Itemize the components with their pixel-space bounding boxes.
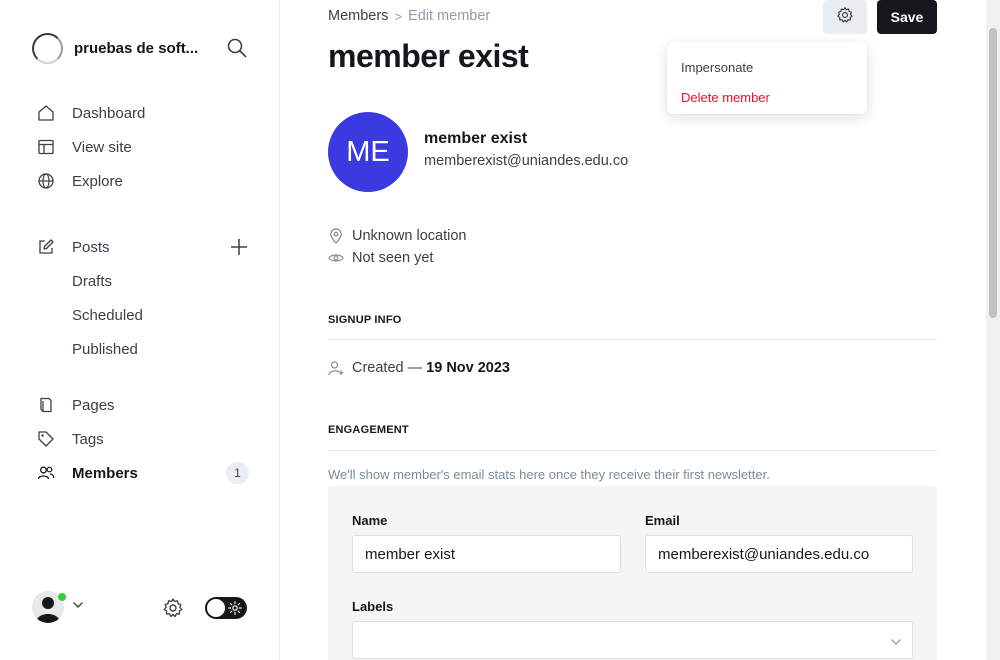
breadcrumb-members-link[interactable]: Members <box>328 8 388 24</box>
globe-icon <box>36 171 56 191</box>
member-avatar: ME <box>328 112 408 192</box>
member-form: Name member exist Email memberexist@unia… <box>328 486 937 660</box>
sidebar-item-label: Scheduled <box>72 306 143 324</box>
gear-icon <box>836 6 854 29</box>
member-actions-dropdown: Impersonate Delete member <box>667 42 867 114</box>
breadcrumb: Members > Edit member <box>328 8 490 24</box>
sidebar-item-members[interactable]: Members <box>36 461 138 485</box>
email-label: Email <box>645 513 680 528</box>
scrollbar-thumb[interactable] <box>989 28 997 318</box>
member-last-seen: Not seen yet <box>328 248 433 268</box>
breadcrumb-separator: > <box>394 8 403 24</box>
labels-select[interactable] <box>352 621 913 659</box>
name-input[interactable]: member exist <box>352 535 621 573</box>
chevron-down-icon <box>72 598 84 616</box>
layout-icon <box>36 137 56 157</box>
toggle-knob <box>207 599 225 617</box>
settings-gear-icon[interactable] <box>162 597 184 619</box>
member-actions-button[interactable] <box>823 0 867 34</box>
last-seen-text: Not seen yet <box>352 250 434 266</box>
delete-member-menu-item[interactable]: Delete member <box>667 82 867 112</box>
users-icon <box>36 463 56 483</box>
sidebar-item-dashboard[interactable]: Dashboard <box>36 101 145 125</box>
sidebar-item-tags[interactable]: Tags <box>36 427 104 451</box>
sidebar-item-published[interactable]: Published <box>72 337 138 361</box>
sidebar-item-label: View site <box>72 138 132 156</box>
page-icon <box>36 395 56 415</box>
sidebar-item-drafts[interactable]: Drafts <box>72 269 112 293</box>
member-email: memberexist@uniandes.edu.co <box>424 153 629 169</box>
sun-icon <box>228 601 242 615</box>
name-label: Name <box>352 513 388 528</box>
sidebar-item-label: Members <box>72 464 138 482</box>
sidebar-item-posts[interactable]: Posts <box>36 235 110 259</box>
pencil-square-icon <box>36 237 56 257</box>
sidebar-item-label: Pages <box>72 396 115 414</box>
online-status-dot <box>57 592 67 602</box>
user-add-icon <box>328 360 344 376</box>
breadcrumb-current: Edit member <box>408 8 491 24</box>
location-text: Unknown location <box>352 228 467 244</box>
site-brand[interactable]: pruebas de soft... <box>32 32 198 64</box>
divider <box>328 339 937 340</box>
members-count-badge: 1 <box>226 462 249 484</box>
eye-icon <box>328 250 344 266</box>
engagement-heading: ENGAGEMENT <box>328 424 409 436</box>
sidebar-item-label: Explore <box>72 172 123 190</box>
sidebar-item-pages[interactable]: Pages <box>36 393 115 417</box>
house-icon <box>36 103 56 123</box>
search-icon[interactable] <box>226 37 248 59</box>
member-name: member exist <box>424 130 528 147</box>
page-title: member exist <box>328 38 529 74</box>
created-info: Created — 19 Nov 2023 <box>328 358 510 378</box>
sidebar-item-scheduled[interactable]: Scheduled <box>72 303 143 327</box>
sidebar-item-label: Published <box>72 340 138 358</box>
impersonate-menu-item[interactable]: Impersonate <box>667 52 867 82</box>
location-pin-icon <box>328 228 344 244</box>
divider <box>328 450 937 451</box>
site-logo-icon <box>32 32 63 64</box>
member-location: Unknown location <box>328 226 466 246</box>
theme-toggle[interactable] <box>205 597 247 619</box>
sidebar-item-label: Drafts <box>72 272 113 290</box>
created-prefix: Created — <box>352 360 423 376</box>
site-title: pruebas de soft... <box>74 39 199 57</box>
email-input[interactable]: memberexist@uniandes.edu.co <box>645 535 913 573</box>
new-post-plus-icon[interactable] <box>228 236 250 258</box>
scrollbar[interactable] <box>986 0 1000 660</box>
sidebar-item-explore[interactable]: Explore <box>36 169 123 193</box>
signup-info-heading: SIGNUP INFO <box>328 314 402 326</box>
sidebar-item-view-site[interactable]: View site <box>36 135 132 159</box>
sidebar-item-label: Tags <box>72 430 104 448</box>
labels-label: Labels <box>352 599 394 614</box>
sidebar-item-label: Posts <box>72 238 110 256</box>
created-date: 19 Nov 2023 <box>426 360 510 376</box>
main-content: Members > Edit member member exist Save … <box>280 0 1000 660</box>
engagement-description: We'll show member's email stats here onc… <box>328 467 770 482</box>
tag-icon <box>36 429 56 449</box>
save-button[interactable]: Save <box>877 0 937 34</box>
sidebar-item-label: Dashboard <box>72 104 146 122</box>
chevron-down-icon <box>890 635 902 647</box>
sidebar: pruebas de soft... Dashboard View site E… <box>0 0 280 660</box>
